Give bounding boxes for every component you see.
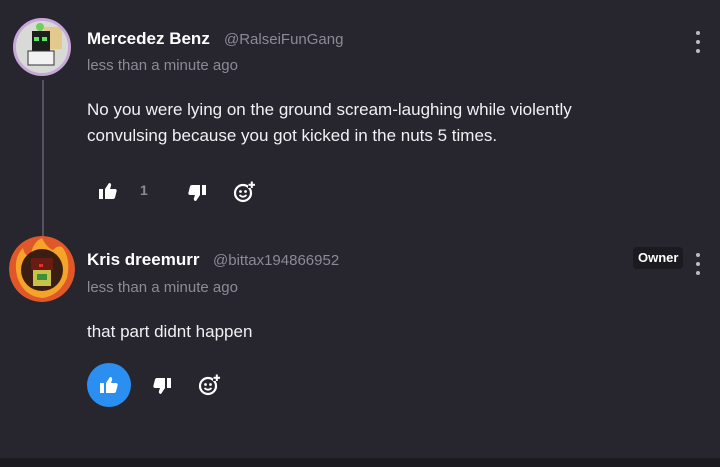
thumbs-down-icon <box>153 378 171 394</box>
comment-body-line: that part didnt happen <box>87 322 253 341</box>
like-button-active[interactable] <box>87 363 131 407</box>
dislike-button[interactable] <box>186 182 208 204</box>
footer-divider <box>0 458 720 467</box>
avatar[interactable] <box>9 236 75 302</box>
thumbs-up-icon <box>100 377 118 393</box>
add-reaction-button[interactable] <box>197 373 221 397</box>
add-reaction-icon <box>233 181 255 203</box>
dislike-button[interactable] <box>151 375 173 397</box>
avatar[interactable] <box>13 18 71 76</box>
like-count: 1 <box>140 182 148 198</box>
comment-body-line: No you were lying on the ground scream-l… <box>87 100 572 119</box>
comment-timestamp: less than a minute ago <box>87 279 238 296</box>
owner-badge: Owner <box>633 247 684 269</box>
comment-body-line: convulsing because you got kicked in the… <box>87 126 498 145</box>
add-reaction-button[interactable] <box>232 180 256 204</box>
add-reaction-icon <box>198 374 220 396</box>
thumbs-down-icon <box>188 185 206 201</box>
comment-author-handle[interactable]: @bittax194866952 <box>213 252 339 269</box>
more-options-icon[interactable] <box>691 31 705 53</box>
comment-author-name[interactable]: Mercedez Benz <box>87 29 210 49</box>
thumbs-up-icon <box>99 183 117 199</box>
like-button[interactable] <box>97 180 119 202</box>
comment-author-handle[interactable]: @RalseiFunGang <box>224 31 343 48</box>
thread-connector-line <box>42 80 44 252</box>
comment-author-name[interactable]: Kris dreemurr <box>87 250 199 270</box>
more-options-icon[interactable] <box>691 253 705 275</box>
comment-timestamp: less than a minute ago <box>87 57 238 74</box>
